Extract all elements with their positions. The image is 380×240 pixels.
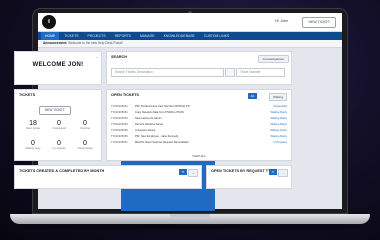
welcome-card: – WELCOME JON! xyxy=(14,51,102,85)
laptop-notch xyxy=(170,214,210,218)
table-row[interactable]: TT202205061 PW: Portal Access User Numbe… xyxy=(111,104,287,109)
search-card: SEARCH Tickets Knowledgebase Search Tick… xyxy=(106,51,292,211)
view-all-link[interactable]: VIEW ALL xyxy=(107,154,291,158)
table-row[interactable]: TT202205062 Copy Network Data from PSDR … xyxy=(111,110,287,115)
monthly-chart-title: TICKETS CREATED & COMPLETED BY MONTH xyxy=(19,169,105,173)
open-tickets-card: OPEN TICKETS All Waiting TT202205061 PW:… xyxy=(106,89,292,161)
nav-projects[interactable]: PROJECTS xyxy=(84,32,110,40)
open-tickets-title: OPEN TICKETS xyxy=(111,93,140,97)
stat-closed-today[interactable]: 0 Closed today xyxy=(71,140,99,150)
tickets-new-ticket-button[interactable]: NEW TICKET xyxy=(39,106,71,115)
search-input[interactable]: Search Tickets Description xyxy=(111,68,224,77)
filter-all-button[interactable]: All xyxy=(247,93,257,99)
collapse-icon[interactable]: – xyxy=(96,54,98,59)
refresh-icon[interactable]: ⟳ xyxy=(179,169,187,175)
main-nav: HOME TICKETS PROJECTS REPORTS MANAGE KNO… xyxy=(38,32,342,40)
laptop-base xyxy=(10,214,370,224)
table-row[interactable]: TT202205065 Computer advice Waiting Acti… xyxy=(111,128,287,133)
stat-in-progress[interactable]: 0 In progress xyxy=(45,140,73,150)
nav-reports[interactable]: REPORTS xyxy=(111,32,135,40)
search-type-select[interactable] xyxy=(225,68,235,77)
more-icon[interactable]: ... xyxy=(278,169,288,177)
user-greeting[interactable]: Hi, John xyxy=(275,19,288,23)
filter-waiting-button[interactable]: Waiting xyxy=(269,93,287,101)
stat-open[interactable]: 18 Open tickets xyxy=(19,120,47,130)
search-tab-knowledgebase[interactable]: Knowledgebase xyxy=(257,55,289,63)
ticket-number-input[interactable]: Ticket Number xyxy=(236,68,285,77)
nav-custom-links[interactable]: CUSTOM LINKS xyxy=(200,32,233,40)
nav-knowledgebase[interactable]: KNOWLEDGEBASE xyxy=(160,32,199,40)
stat-waiting-reply[interactable]: 0 Waiting reply xyxy=(19,140,47,150)
top-bar: tl Hi, John NEW TICKET xyxy=(38,13,342,32)
logo-icon[interactable]: tl xyxy=(42,15,56,29)
nav-home[interactable]: HOME xyxy=(41,32,60,40)
nav-tickets[interactable]: TICKETS xyxy=(60,32,82,40)
search-title: SEARCH xyxy=(111,55,128,59)
table-row[interactable]: TT202205063 New Laptop for Admin Waiting… xyxy=(111,116,287,121)
tickets-card: TICKETS NEW TICKET 18 Open tickets 0 Una… xyxy=(14,89,102,161)
announcement-text: Welcome to the new Help Desk Portal! xyxy=(68,41,123,45)
laptop-shadow xyxy=(20,224,360,230)
welcome-title: WELCOME JON! xyxy=(32,62,84,68)
request-type-card: OPEN TICKETS BY REQUEST TYPE ⟳ ... xyxy=(206,165,292,189)
tickets-title: TICKETS xyxy=(19,93,36,97)
table-row[interactable]: TT202205064 Remote Workers Setup Waiting… xyxy=(111,122,287,127)
nav-manage[interactable]: MANAGE xyxy=(136,32,159,40)
announcement-bar: Announcement: Welcome to the new Help De… xyxy=(38,40,342,48)
table-row[interactable]: TT202205067 MacOS Client Sparrow Request… xyxy=(111,140,287,145)
more-icon[interactable]: ... xyxy=(188,169,198,177)
request-type-title: OPEN TICKETS BY REQUEST TYPE xyxy=(211,169,276,173)
refresh-icon[interactable]: ⟳ xyxy=(269,169,277,175)
new-ticket-button[interactable]: NEW TICKET xyxy=(302,17,336,28)
table-row[interactable]: TT202205066 PW: New Employee - Jane Kenn… xyxy=(111,134,287,139)
stat-unassigned[interactable]: 0 Unassigned xyxy=(45,120,73,130)
monthly-chart-card: TICKETS CREATED & COMPLETED BY MONTH ⟳ .… xyxy=(14,165,202,189)
stat-overdue[interactable]: 0 Overdue xyxy=(71,120,99,130)
announcement-label: Announcement: xyxy=(43,41,68,45)
